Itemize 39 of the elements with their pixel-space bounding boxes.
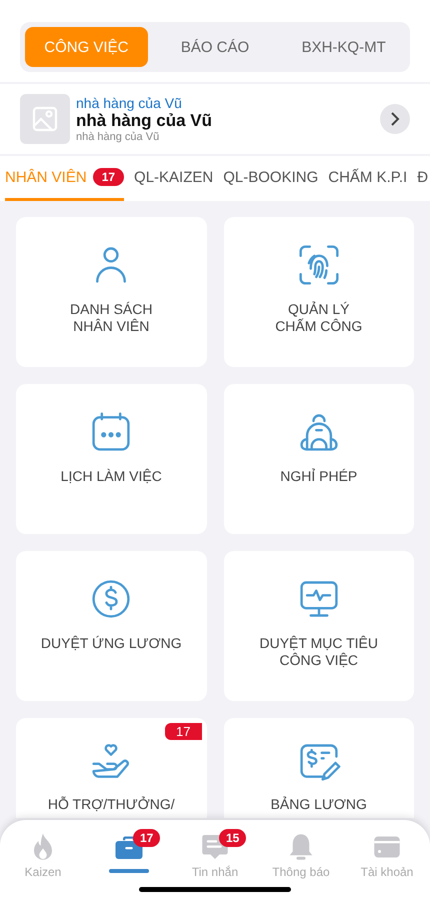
count-badge: 17 [92, 168, 124, 186]
feature-card[interactable]: QUẢN LÝ CHẤM CÔNG [224, 217, 414, 367]
category-tab[interactable]: Đ [417, 156, 428, 201]
feature-card[interactable]: DUYỆT ỨNG LƯƠNG [16, 551, 206, 701]
next-button[interactable] [380, 104, 410, 134]
card-label: LỊCH LÀM VIỆC [60, 468, 162, 485]
card-label: DUYỆT ỨNG LƯƠNG [40, 635, 182, 652]
category-tab[interactable]: NHÂN VIÊN 17 [5, 156, 124, 201]
feature-card[interactable]: BẢNG LƯƠNG [224, 718, 414, 818]
nav-label: Kaizen [24, 865, 62, 879]
store-subtitle: nhà hàng của Vũ [76, 95, 183, 111]
nav-label: Tài khoản [360, 865, 414, 879]
card-label: DUYỆT MỤC TIÊU CÔNG VIỆC [260, 635, 378, 669]
count-badge: 17 [133, 829, 160, 847]
store-caption: nhà hàng của Vũ [76, 131, 160, 143]
segment-tab[interactable]: BXH-KQ-MT [282, 27, 406, 67]
category-tab[interactable]: QL-BOOKING [223, 156, 318, 201]
card-label: DANH SÁCH NHÂN VIÊN [70, 301, 152, 335]
card-label: NGHỈ PHÉP [280, 468, 358, 485]
store-name: nhà hàng của Vũ [76, 111, 214, 131]
feature-card[interactable]: LỊCH LÀM VIỆC [16, 384, 206, 534]
count-badge: 15 [219, 829, 246, 847]
card-label: QUẢN LÝ CHẤM CÔNG [275, 301, 362, 335]
feature-card[interactable]: NGHỈ PHÉP [224, 384, 414, 534]
category-tab[interactable]: QL-KAIZEN [134, 156, 214, 201]
fingerprint-icon [296, 243, 341, 287]
feature-card[interactable]: DANH SÁCH NHÂN VIÊN [16, 217, 206, 367]
active-indicator [109, 869, 149, 873]
nav-label: Tin nhắn [192, 865, 238, 879]
feature-card[interactable]: HỖ TRỢ/THƯỞNG/ 17 [16, 718, 206, 818]
segment-tab[interactable]: BÁO CÁO [154, 27, 276, 67]
image-icon [32, 106, 58, 132]
nav-label: Thông báo [272, 865, 330, 879]
card-label: BẢNG LƯƠNG [270, 796, 367, 813]
card-label: HỖ TRỢ/THƯỞNG/ [48, 796, 175, 813]
chevron-right-icon [390, 111, 400, 127]
category-tab[interactable]: CHẤM K.P.I [328, 156, 408, 201]
count-badge: 17 [165, 723, 202, 740]
feature-card[interactable]: DUYỆT MỤC TIÊU CÔNG VIỆC [224, 551, 414, 701]
